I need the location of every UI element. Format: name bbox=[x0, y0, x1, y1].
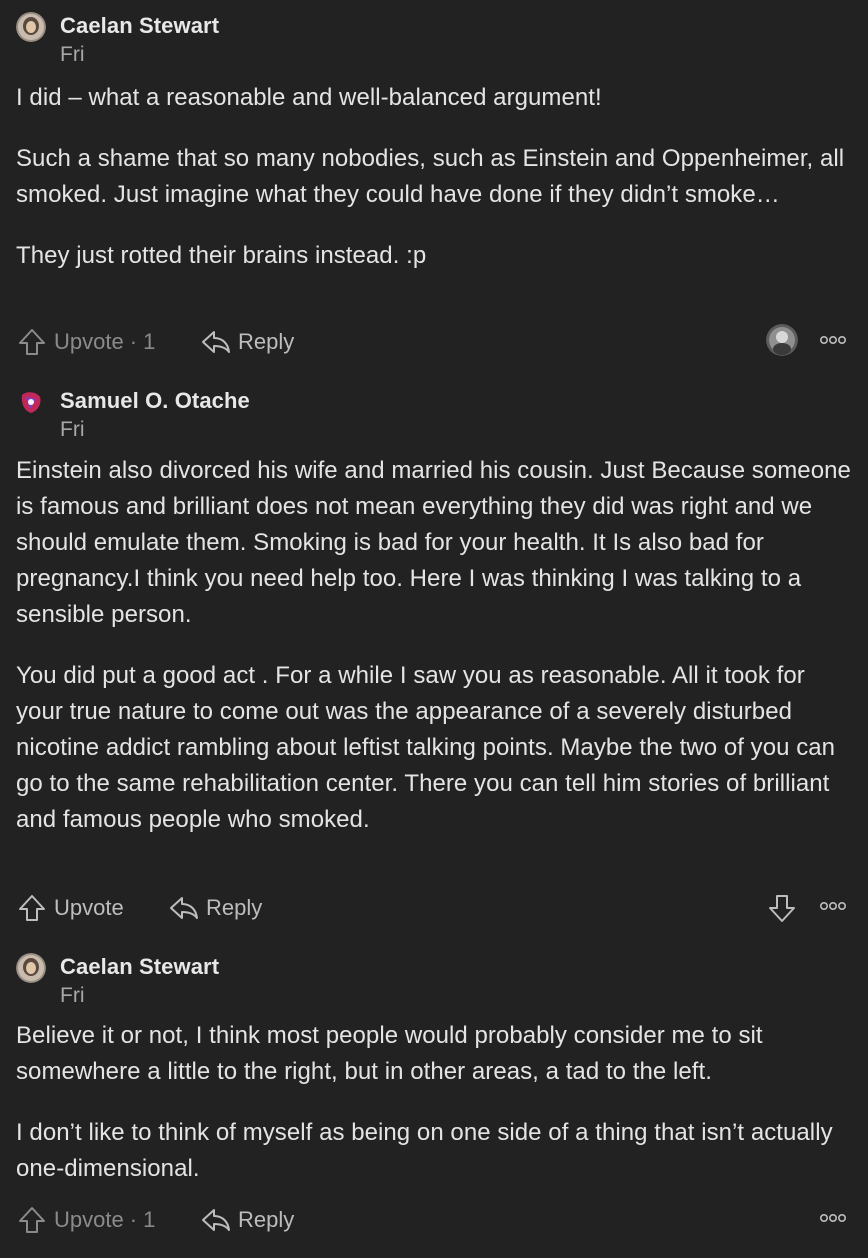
reply-button[interactable]: Reply bbox=[168, 890, 262, 926]
reply-label: Reply bbox=[238, 329, 295, 354]
downvote-arrow-icon bbox=[766, 895, 798, 929]
comment-paragraph: Einstein also divorced his wife and marr… bbox=[16, 457, 851, 628]
comment-paragraph: I did – what a reasonable and well-balan… bbox=[16, 84, 602, 111]
comment-body: I did – what a reasonable and well-balan… bbox=[16, 80, 856, 299]
comment-date[interactable]: Fri bbox=[60, 418, 85, 442]
reply-arrow-icon bbox=[200, 326, 232, 358]
upvote-arrow-icon bbox=[16, 1204, 48, 1236]
reply-arrow-icon bbox=[168, 892, 200, 924]
more-options-button[interactable] bbox=[818, 1206, 848, 1234]
upvote-arrow-icon bbox=[16, 892, 48, 924]
more-options-icon bbox=[818, 899, 848, 917]
avatar[interactable] bbox=[16, 387, 46, 417]
avatar[interactable] bbox=[16, 953, 46, 983]
reply-button[interactable]: Reply bbox=[200, 1202, 294, 1238]
upvote-count: · 1 bbox=[129, 1207, 156, 1232]
comment-body: Einstein also divorced his wife and marr… bbox=[16, 453, 856, 863]
comment-paragraph: You did put a good act . For a while I s… bbox=[16, 662, 836, 833]
reply-button[interactable]: Reply bbox=[200, 324, 294, 360]
downvote-button[interactable] bbox=[766, 891, 798, 925]
reply-label: Reply bbox=[206, 895, 263, 920]
comment-paragraph: Such a shame that so many nobodies, such… bbox=[16, 145, 845, 208]
comment-actions: Upvote · 1 Reply bbox=[16, 324, 856, 364]
comment-body: Believe it or not, I think most people w… bbox=[16, 1018, 856, 1212]
comment-paragraph: Believe it or not, I think most people w… bbox=[16, 1022, 763, 1085]
upvote-count: · 1 bbox=[129, 329, 156, 354]
avatar[interactable] bbox=[16, 12, 46, 42]
comment-actions: Upvote · 1 Reply bbox=[16, 1202, 856, 1242]
author-name[interactable]: Caelan Stewart bbox=[60, 954, 219, 980]
more-options-icon bbox=[818, 333, 848, 351]
shared-by-avatar[interactable] bbox=[766, 324, 798, 356]
reply-label: Reply bbox=[238, 1207, 295, 1232]
comment-date[interactable]: Fri bbox=[60, 43, 85, 67]
comment-paragraph: I don’t like to think of myself as being… bbox=[16, 1119, 833, 1182]
comment-paragraph: They just rotted their brains instead. :… bbox=[16, 242, 427, 269]
comment-actions: Upvote Reply bbox=[16, 890, 856, 930]
upvote-button[interactable]: Upvote · 1 bbox=[16, 324, 155, 360]
reply-arrow-icon bbox=[200, 1204, 232, 1236]
more-options-icon bbox=[818, 1211, 848, 1229]
upvote-label: Upvote bbox=[54, 329, 124, 354]
more-options-button[interactable] bbox=[818, 328, 848, 356]
upvote-button[interactable]: Upvote bbox=[16, 890, 124, 926]
author-name[interactable]: Caelan Stewart bbox=[60, 13, 219, 39]
upvote-button[interactable]: Upvote · 1 bbox=[16, 1202, 155, 1238]
comment-date[interactable]: Fri bbox=[60, 984, 85, 1008]
upvote-label: Upvote bbox=[54, 895, 124, 920]
author-name[interactable]: Samuel O. Otache bbox=[60, 388, 250, 414]
upvote-label: Upvote bbox=[54, 1207, 124, 1232]
more-options-button[interactable] bbox=[818, 894, 848, 922]
upvote-arrow-icon bbox=[16, 326, 48, 358]
